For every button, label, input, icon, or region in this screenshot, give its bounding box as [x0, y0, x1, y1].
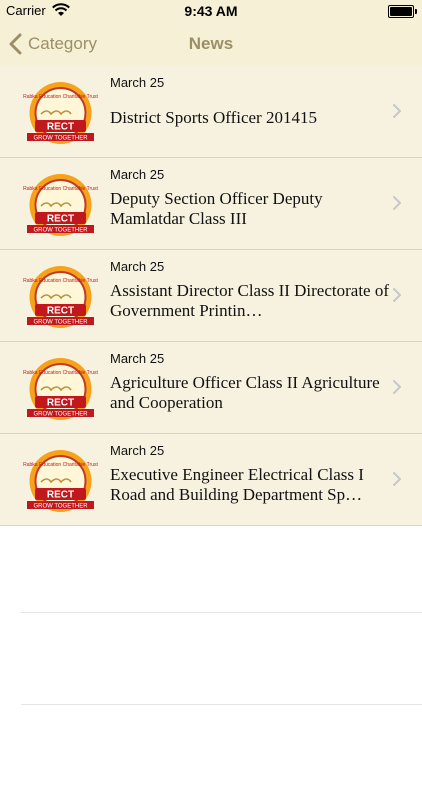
item-date: March 25	[110, 75, 165, 90]
list-item[interactable]: RECT GROW TOGETHER Rabka Education Chari…	[0, 342, 422, 434]
list-item[interactable]: RECT GROW TOGETHER Rabka Education Chari…	[0, 66, 422, 158]
svg-text:Rabka Education Charitable Tru: Rabka Education Charitable Trust	[23, 370, 98, 376]
item-title: Executive Engineer Electrical Class I Ro…	[110, 465, 364, 504]
chevron-right-icon	[393, 196, 401, 210]
item-date: March 25	[110, 259, 165, 274]
status-bar: Carrier 9:43 AM	[0, 0, 422, 22]
separator	[21, 704, 422, 796]
top-bar: Carrier 9:43 AM Category News	[0, 0, 422, 67]
svg-text:Rabka Education Charitable Tru: Rabka Education Charitable Trust	[23, 186, 98, 192]
page-title: News	[188, 34, 234, 53]
svg-text:GROW TOGETHER: GROW TOGETHER	[33, 320, 88, 326]
rect-logo: RECT GROW TOGETHER Rabka Education Chari…	[23, 358, 98, 420]
list-item[interactable]: RECT GROW TOGETHER Rabka Education Chari…	[0, 434, 422, 526]
svg-text:Rabka Education Charitable Tru: Rabka Education Charitable Trust	[23, 278, 98, 284]
empty-row-separators	[21, 612, 422, 796]
rect-logo: RECT GROW TOGETHER Rabka Education Chari…	[23, 450, 98, 512]
item-title: Deputy Section Officer Deputy Mamlatdar …	[110, 189, 323, 228]
chevron-right-icon	[393, 380, 401, 394]
svg-text:RECT: RECT	[47, 214, 74, 225]
separator	[21, 612, 422, 704]
chevron-right-icon	[393, 104, 401, 118]
svg-text:RECT: RECT	[47, 398, 74, 409]
rect-logo: RECT GROW TOGETHER Rabka Education Chari…	[23, 266, 98, 328]
svg-text:GROW TOGETHER: GROW TOGETHER	[33, 412, 88, 418]
item-title: District Sports Officer 201415	[110, 108, 317, 127]
item-date: March 25	[110, 443, 165, 458]
clock: 9:43 AM	[184, 3, 238, 19]
navigation-bar: Category News	[0, 22, 422, 66]
svg-text:RECT: RECT	[47, 490, 74, 501]
svg-text:RECT: RECT	[47, 122, 74, 133]
item-title: Assistant Director Class II Directorate …	[110, 281, 389, 320]
rect-logo: RECT GROW TOGETHER Rabka Education Chari…	[23, 174, 98, 236]
svg-text:GROW TOGETHER: GROW TOGETHER	[33, 136, 88, 142]
chevron-right-icon	[393, 472, 401, 486]
news-list: RECT GROW TOGETHER Rabka Education Chari…	[0, 66, 422, 526]
list-item[interactable]: RECT GROW TOGETHER Rabka Education Chari…	[0, 158, 422, 250]
item-date: March 25	[110, 351, 165, 366]
chevron-right-icon	[393, 288, 401, 302]
item-date: March 25	[110, 167, 165, 182]
svg-text:Rabka Education Charitable Tru: Rabka Education Charitable Trust	[23, 462, 98, 468]
svg-text:GROW TOGETHER: GROW TOGETHER	[33, 228, 88, 234]
svg-text:GROW TOGETHER: GROW TOGETHER	[33, 504, 88, 510]
svg-text:RECT: RECT	[47, 306, 74, 317]
rect-logo: RECT GROW TOGETHER Rabka Education Chari…	[23, 82, 98, 144]
svg-text:Rabka Education Charitable Tru: Rabka Education Charitable Trust	[23, 94, 98, 100]
item-title: Agriculture Officer Class II Agriculture…	[110, 373, 380, 412]
list-item[interactable]: RECT GROW TOGETHER Rabka Education Chari…	[0, 250, 422, 342]
battery-icon	[388, 5, 417, 18]
